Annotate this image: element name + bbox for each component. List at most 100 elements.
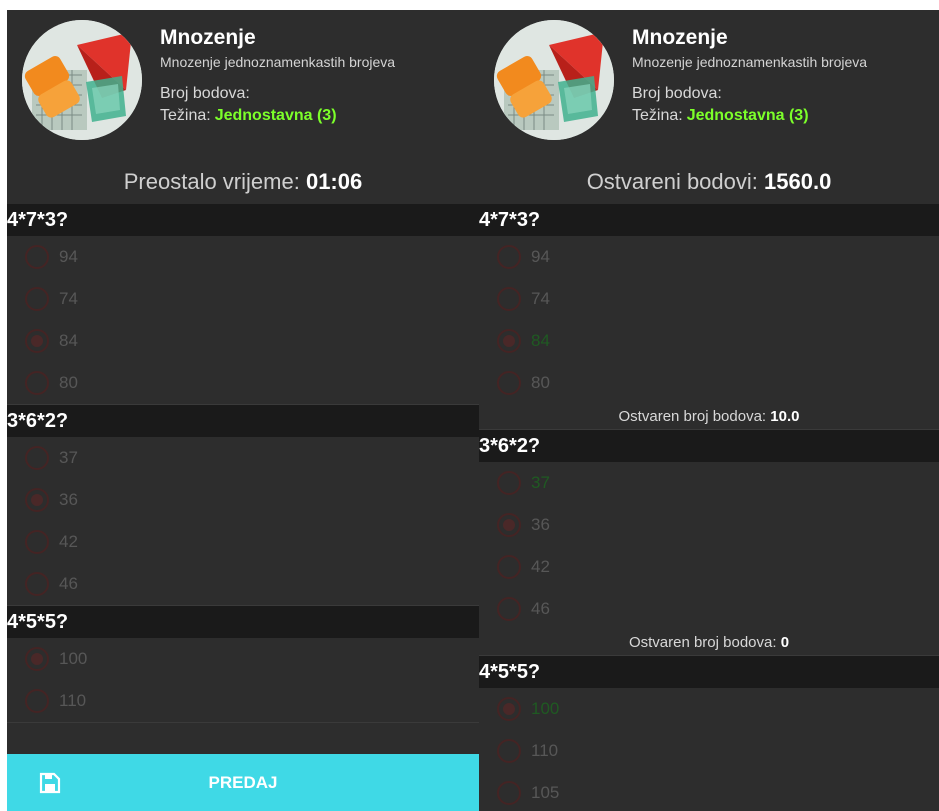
question-text: 4*7*3? [7, 204, 479, 236]
question-score-value: 10.0 [770, 408, 800, 425]
answer-option[interactable]: 110 [7, 680, 479, 722]
radio-button[interactable] [25, 287, 49, 311]
radio-button[interactable] [25, 488, 49, 512]
radio-button[interactable] [497, 287, 521, 311]
answer-label: 46 [59, 574, 78, 593]
question-score-row: Ostvaren broj bodova: 10.0 [479, 404, 939, 430]
difficulty-label: Težina: [632, 107, 683, 124]
answer-label: 36 [531, 515, 550, 534]
question-text: 4*5*5? [7, 606, 479, 638]
radio-button[interactable] [25, 371, 49, 395]
answer-label: 110 [531, 741, 559, 760]
radio-button[interactable] [25, 530, 49, 554]
answer-option[interactable]: 110 [479, 730, 939, 772]
quiz-header: Mnozenje Mnozenje jednoznamenkastih broj… [7, 10, 479, 160]
answer-label: 105 [531, 783, 560, 802]
quiz-logo-image [494, 20, 614, 140]
question-list: 4*7*3? 94 74 84 80 Ostvaren broj bodova: 10.0… [479, 204, 939, 811]
answer-label: 94 [59, 247, 78, 266]
answer-option[interactable]: 36 [479, 504, 939, 546]
question-score-row: Ostvaren broj bodova: 0 [479, 630, 939, 656]
radio-button[interactable] [497, 513, 521, 537]
answer-option[interactable]: 37 [7, 437, 479, 479]
answer-label: 42 [531, 557, 550, 576]
answer-option[interactable]: 80 [479, 362, 939, 404]
difficulty-value: Jednostavna (3) [214, 107, 337, 124]
answer-option[interactable]: 46 [479, 588, 939, 630]
answer-label: 74 [531, 289, 550, 308]
radio-button[interactable] [25, 689, 49, 713]
answer-option[interactable]: 100 [479, 688, 939, 730]
submit-label: PREDAJ [208, 773, 278, 792]
radio-button[interactable] [497, 371, 521, 395]
answer-label: 37 [531, 473, 550, 492]
question-divider [7, 722, 479, 723]
radio-button[interactable] [497, 597, 521, 621]
points-label: Broj bodova: [160, 85, 250, 102]
quiz-subtitle: Mnozenje jednoznamenkastih brojeva [632, 54, 868, 70]
radio-button[interactable] [25, 572, 49, 596]
question-text: 4*5*5? [479, 656, 939, 688]
radio-button[interactable] [497, 697, 521, 721]
answer-label: 37 [59, 448, 78, 467]
answer-label: 74 [59, 289, 78, 308]
timer-value: 01:06 [305, 169, 363, 194]
total-score-label: Ostvareni bodovi: [586, 169, 758, 194]
answer-label: 110 [59, 691, 87, 710]
radio-button[interactable] [497, 739, 521, 763]
answer-option[interactable]: 84 [7, 320, 479, 362]
answer-option[interactable]: 42 [7, 521, 479, 563]
answer-option[interactable]: 74 [7, 278, 479, 320]
points-label: Broj bodova: [632, 85, 722, 102]
answer-option[interactable]: 46 [7, 563, 479, 605]
difficulty-row: Težina: Jednostavna (3) [632, 105, 867, 127]
radio-button[interactable] [25, 647, 49, 671]
answer-label: 84 [531, 331, 550, 350]
radio-button[interactable] [497, 245, 521, 269]
question-text: 3*6*2? [479, 430, 939, 462]
question-text: 4*7*3? [479, 204, 939, 236]
answer-option[interactable]: 94 [479, 236, 939, 278]
answer-label: 84 [59, 331, 78, 350]
answer-label: 36 [59, 490, 78, 509]
answer-option[interactable]: 37 [479, 462, 939, 504]
answer-label: 100 [59, 649, 88, 668]
answer-option[interactable]: 94 [7, 236, 479, 278]
question-score-value: 0 [780, 634, 790, 651]
radio-button[interactable] [25, 245, 49, 269]
answer-option[interactable]: 74 [479, 278, 939, 320]
question-score-label: Ostvaren broj bodova: [618, 408, 767, 425]
radio-button[interactable] [497, 471, 521, 495]
quiz-title: Mnozenje [632, 26, 728, 49]
answer-option[interactable]: 36 [7, 479, 479, 521]
answer-option[interactable]: 84 [479, 320, 939, 362]
radio-button[interactable] [25, 446, 49, 470]
radio-button[interactable] [25, 329, 49, 353]
difficulty-row: Težina: Jednostavna (3) [160, 105, 395, 127]
answer-option[interactable]: 80 [7, 362, 479, 404]
quiz-header: Mnozenje Mnozenje jednoznamenkastih broj… [479, 10, 939, 160]
quiz-title: Mnozenje [160, 26, 256, 49]
quiz-logo-image [22, 20, 142, 140]
quiz-panel-in-progress: Mnozenje Mnozenje jednoznamenkastih broj… [7, 10, 479, 811]
question-text: 3*6*2? [7, 405, 479, 437]
answer-label: 80 [59, 373, 78, 392]
answer-label: 80 [531, 373, 550, 392]
difficulty-value: Jednostavna (3) [686, 107, 809, 124]
difficulty-label: Težina: [160, 107, 211, 124]
question-score-label: Ostvaren broj bodova: [628, 634, 777, 651]
answer-label: 94 [531, 247, 550, 266]
total-score-value: 1560.0 [764, 169, 832, 194]
answer-option[interactable]: 42 [479, 546, 939, 588]
radio-button[interactable] [497, 555, 521, 579]
answer-label: 46 [531, 599, 550, 618]
radio-button[interactable] [497, 329, 521, 353]
answer-label: 42 [59, 532, 78, 551]
answer-option[interactable]: 100 [7, 638, 479, 680]
submit-button[interactable]: PREDAJ [7, 754, 479, 811]
total-score-row: Ostvareni bodovi: 1560.0 [479, 160, 939, 204]
radio-button[interactable] [497, 781, 521, 805]
question-list: 4*7*3? 94 74 84 80 3*6*2? 37 36 42 46 4*5*5? 100 110 [7, 204, 479, 723]
answer-option[interactable]: 105 [479, 772, 939, 811]
answer-label: 100 [531, 699, 560, 718]
